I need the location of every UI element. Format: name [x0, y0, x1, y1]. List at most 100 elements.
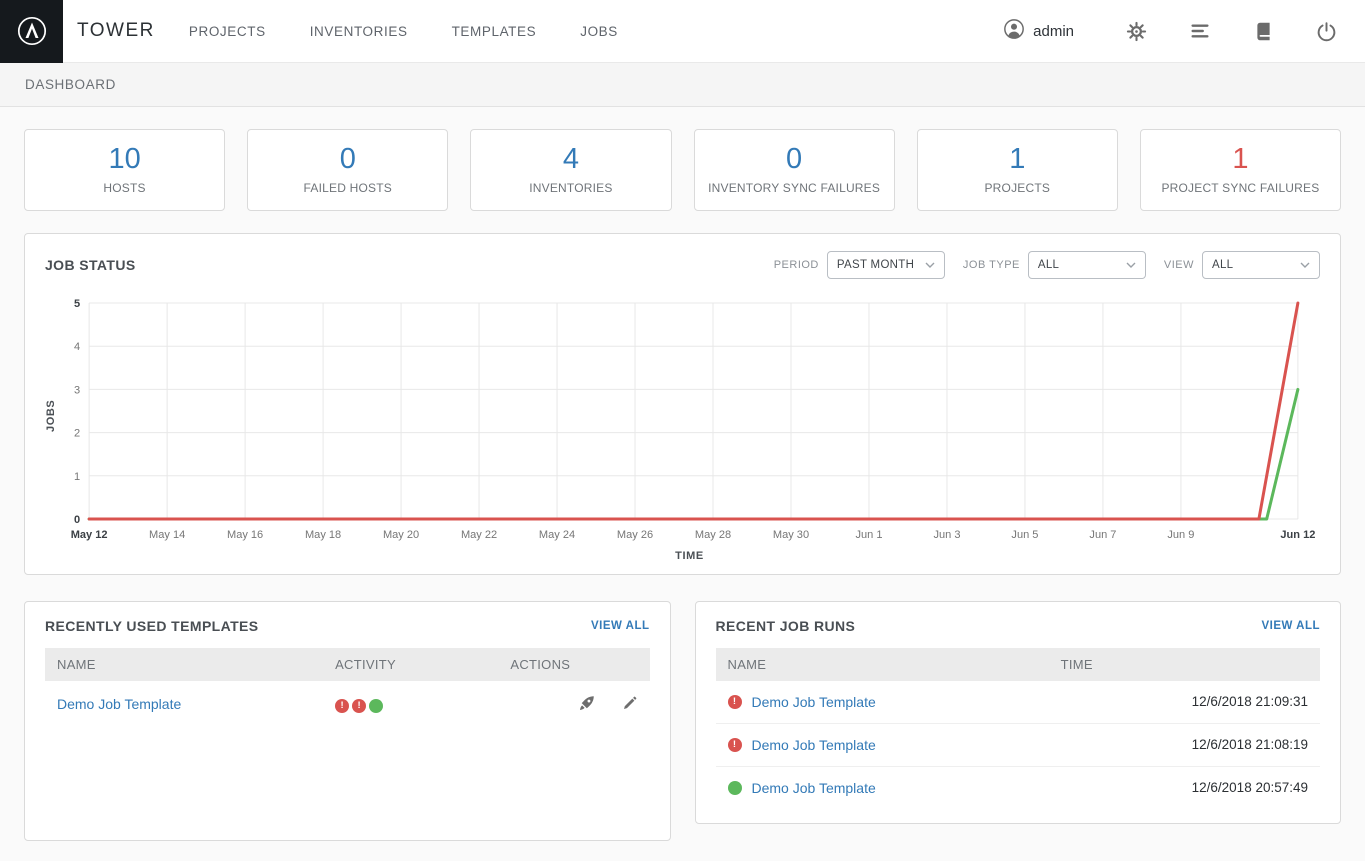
filter-job-type: JOB TYPE ALL	[963, 251, 1146, 279]
svg-text:1: 1	[74, 471, 80, 483]
y-axis-label: JOBS	[45, 269, 59, 562]
jobruns-panel-header: RECENT JOB RUNS VIEW ALL	[716, 618, 1321, 634]
docs-button[interactable]	[1253, 21, 1274, 42]
col-name: NAME	[716, 648, 1049, 681]
filter-label: VIEW	[1164, 259, 1194, 271]
nav-item-templates[interactable]: TEMPLATES	[452, 24, 537, 39]
stat-value: 4	[475, 142, 666, 177]
bottom-row: RECENTLY USED TEMPLATES VIEW ALL NAME AC…	[24, 601, 1341, 841]
brand: TOWER	[0, 0, 155, 63]
activity-status-icon[interactable]	[352, 699, 366, 713]
svg-text:4: 4	[74, 341, 80, 353]
svg-text:May 22: May 22	[461, 529, 497, 541]
svg-text:Jun 9: Jun 9	[1167, 529, 1194, 541]
stat-label: HOSTS	[29, 181, 220, 195]
job-status-icon	[728, 738, 742, 752]
stat-label: INVENTORIES	[475, 181, 666, 195]
main-nav: PROJECTS INVENTORIES TEMPLATES JOBS	[189, 24, 618, 39]
svg-text:May 24: May 24	[539, 529, 575, 541]
logout-button[interactable]	[1316, 21, 1337, 42]
panel-title: RECENT JOB RUNS	[716, 618, 856, 634]
job-runs-table: NAME TIME Demo Job Template 12/6/2018 21…	[716, 648, 1321, 809]
stat-card-inventory-sync-failures[interactable]: 0 INVENTORY SYNC FAILURES	[694, 129, 895, 211]
activity-status-icon[interactable]	[335, 699, 349, 713]
view-settings-button[interactable]	[1189, 20, 1211, 42]
stat-card-hosts[interactable]: 10 HOSTS	[24, 129, 225, 211]
stat-value: 1	[922, 142, 1113, 177]
book-icon	[1253, 21, 1274, 42]
job-status-line-chart: 012345May 12May 14May 16May 18May 20May …	[59, 295, 1320, 547]
stat-value: 10	[29, 142, 220, 177]
svg-text:May 12: May 12	[71, 529, 108, 541]
stats-row: 10 HOSTS 0 FAILED HOSTS 4 INVENTORIES 0 …	[24, 129, 1341, 211]
job-time: 12/6/2018 21:09:31	[1049, 681, 1320, 724]
svg-text:0: 0	[74, 514, 80, 526]
top-navbar: TOWER PROJECTS INVENTORIES TEMPLATES JOB…	[0, 0, 1365, 63]
svg-text:May 18: May 18	[305, 529, 341, 541]
col-activity: ACTIVITY	[323, 648, 498, 681]
pencil-icon	[622, 695, 638, 714]
stat-card-inventories[interactable]: 4 INVENTORIES	[470, 129, 671, 211]
nav-item-projects[interactable]: PROJECTS	[189, 24, 266, 39]
panel-title: RECENTLY USED TEMPLATES	[45, 618, 259, 634]
svg-text:Jun 5: Jun 5	[1011, 529, 1038, 541]
stat-card-project-sync-failures[interactable]: 1 PROJECT SYNC FAILURES	[1140, 129, 1341, 211]
ansible-logo-icon[interactable]	[0, 0, 63, 63]
col-time: TIME	[1049, 648, 1320, 681]
template-name-link[interactable]: Demo Job Template	[57, 696, 181, 712]
nav-item-inventories[interactable]: INVENTORIES	[310, 24, 408, 39]
breadcrumb-bar: DASHBOARD	[0, 63, 1365, 107]
stat-card-failed-hosts[interactable]: 0 FAILED HOSTS	[247, 129, 448, 211]
stat-value: 0	[699, 142, 890, 177]
col-actions: ACTIONS	[498, 648, 649, 681]
launch-button[interactable]	[578, 694, 596, 715]
chart-area: 012345May 12May 14May 16May 18May 20May …	[59, 295, 1320, 562]
job-name-link[interactable]: Demo Job Template	[752, 737, 876, 753]
settings-button[interactable]	[1126, 21, 1147, 42]
navbar-actions: admin	[1003, 18, 1365, 44]
template-row: Demo Job Template	[45, 681, 650, 728]
stat-value: 1	[1145, 142, 1336, 177]
stat-value: 0	[252, 142, 443, 177]
rocket-icon	[578, 694, 596, 715]
filter-period: PERIOD PAST MONTH	[774, 251, 945, 279]
svg-text:3: 3	[74, 384, 80, 396]
period-select[interactable]: PAST MONTH	[827, 251, 945, 279]
chevron-down-icon	[1300, 259, 1310, 271]
stat-label: FAILED HOSTS	[252, 181, 443, 195]
svg-text:Jun 3: Jun 3	[933, 529, 960, 541]
edit-button[interactable]	[622, 695, 638, 714]
job-name-link[interactable]: Demo Job Template	[752, 780, 876, 796]
recent-job-runs-panel: RECENT JOB RUNS VIEW ALL NAME TIME	[695, 601, 1342, 824]
jobruns-view-all-link[interactable]: VIEW ALL	[1261, 620, 1320, 632]
job-status-icon	[728, 695, 742, 709]
stat-label: PROJECTS	[922, 181, 1113, 195]
view-select-value: ALL	[1212, 259, 1233, 271]
stat-label: PROJECT SYNC FAILURES	[1145, 181, 1336, 195]
templates-panel-header: RECENTLY USED TEMPLATES VIEW ALL	[45, 618, 650, 634]
job-time: 12/6/2018 20:57:49	[1049, 766, 1320, 809]
user-menu[interactable]: admin	[1003, 18, 1074, 44]
job-status-filters: PERIOD PAST MONTH JOB TYPE ALL	[774, 251, 1320, 279]
recently-used-templates-panel: RECENTLY USED TEMPLATES VIEW ALL NAME AC…	[24, 601, 671, 841]
svg-text:May 30: May 30	[773, 529, 809, 541]
stat-card-projects[interactable]: 1 PROJECTS	[917, 129, 1118, 211]
username: admin	[1033, 23, 1074, 40]
templates-view-all-link[interactable]: VIEW ALL	[591, 620, 650, 632]
col-name: NAME	[45, 648, 323, 681]
brand-title: TOWER	[77, 20, 155, 42]
job-run-row: Demo Job Template 12/6/2018 21:09:31	[716, 681, 1321, 724]
svg-text:Jun 12: Jun 12	[1280, 529, 1315, 541]
breadcrumb[interactable]: DASHBOARD	[25, 77, 116, 92]
activity-status-icon[interactable]	[369, 699, 383, 713]
templates-table: NAME ACTIVITY ACTIONS Demo Job Template	[45, 648, 650, 728]
job-type-select[interactable]: ALL	[1028, 251, 1146, 279]
job-run-row: Demo Job Template 12/6/2018 21:08:19	[716, 723, 1321, 766]
job-status-icon	[728, 781, 742, 795]
job-status-panel: JOB STATUS PERIOD PAST MONTH JOB TYPE AL…	[24, 233, 1341, 575]
job-name-link[interactable]: Demo Job Template	[752, 694, 876, 710]
svg-text:2: 2	[74, 427, 80, 439]
view-select[interactable]: ALL	[1202, 251, 1320, 279]
svg-text:May 16: May 16	[227, 529, 263, 541]
nav-item-jobs[interactable]: JOBS	[580, 24, 618, 39]
